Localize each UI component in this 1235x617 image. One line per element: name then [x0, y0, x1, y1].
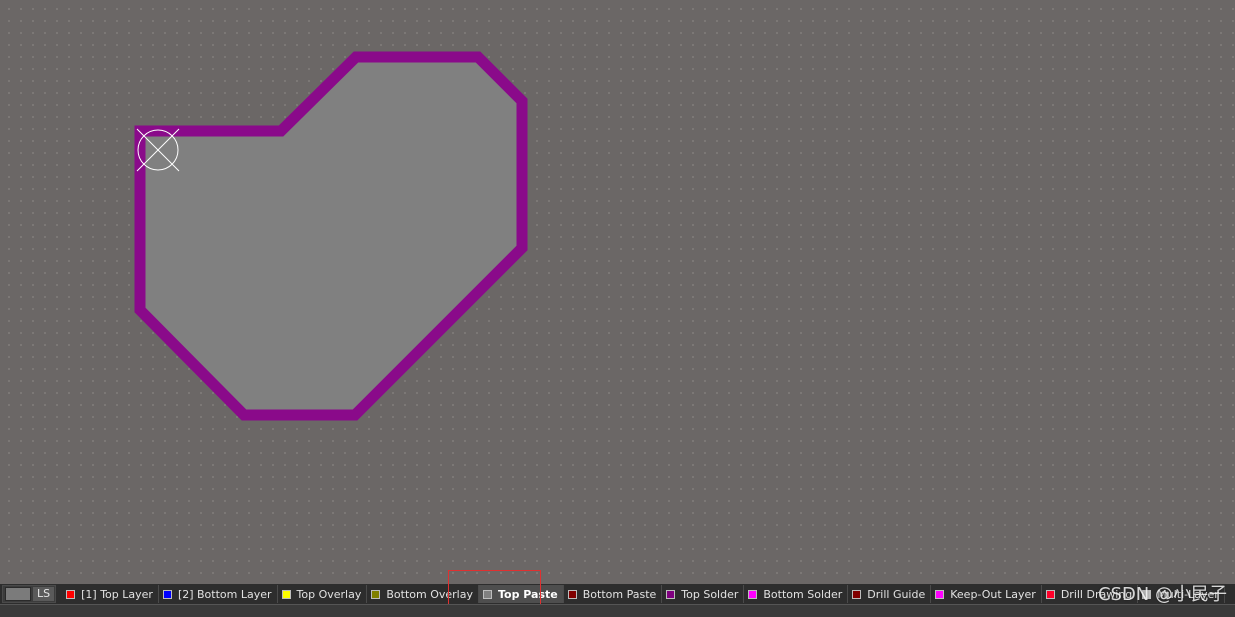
layer-color-swatch [567, 589, 577, 599]
tab-bottom-solder[interactable]: Bottom Solder [744, 585, 849, 603]
tab-bottom-overlay[interactable]: Bottom Overlay [367, 585, 479, 603]
board-drawing [134, 51, 528, 421]
pcb-design-canvas[interactable] [0, 0, 1235, 584]
layer-tab-label: Top Overlay [296, 587, 362, 601]
current-layer-color-swatch [5, 587, 31, 601]
layer-tab-label: Drill Guide [867, 587, 926, 601]
pcb-editor-window: LS [1] Top Layer [2] Bottom Layer Top Ov… [0, 0, 1235, 617]
tab-top-layer[interactable]: [1] Top Layer [62, 585, 159, 603]
tab-drill-drawing[interactable]: Drill Drawing [1042, 585, 1139, 603]
layer-color-swatch [482, 589, 492, 599]
layer-tab-label: [2] Bottom Layer [177, 587, 272, 601]
layer-color-swatch [852, 589, 862, 599]
layer-color-swatch [666, 589, 676, 599]
layer-sets-button[interactable]: LS [33, 587, 55, 601]
layer-tab-label: Bottom Overlay [386, 587, 473, 601]
layer-tab-label: Top Paste [497, 587, 558, 601]
tab-bottom-paste[interactable]: Bottom Paste [564, 585, 663, 603]
layer-tab-label: Bottom Paste [582, 587, 657, 601]
tab-top-overlay[interactable]: Top Overlay [278, 585, 368, 603]
layer-color-swatch [281, 589, 291, 599]
tab-multi-layer[interactable]: Multi-Layer [1138, 585, 1225, 603]
layer-color-swatch [748, 589, 758, 599]
tab-top-paste[interactable]: Top Paste [478, 585, 564, 603]
layer-tab-label: Multi-Layer [1157, 587, 1219, 601]
layer-color-swatch [371, 589, 381, 599]
layer-tab-label: Keep-Out Layer [950, 587, 1036, 601]
layer-tab-label: Drill Drawing [1060, 587, 1133, 601]
layer-color-swatch [66, 589, 76, 599]
layer-tab-label: Top Solder [681, 587, 739, 601]
layer-tab-label: Bottom Solder [763, 587, 843, 601]
layer-color-swatch [1045, 589, 1055, 599]
current-layer-indicator[interactable]: LS [2, 585, 57, 603]
layer-color-swatch [1142, 589, 1152, 599]
tab-drill-guide[interactable]: Drill Guide [848, 585, 932, 603]
layer-tab-label: [1] Top Layer [81, 587, 153, 601]
layer-color-swatch [935, 589, 945, 599]
tab-top-solder[interactable]: Top Solder [662, 585, 745, 603]
layer-color-swatch [162, 589, 172, 599]
board-shape[interactable] [134, 51, 528, 421]
tab-keep-out-layer[interactable]: Keep-Out Layer [931, 585, 1042, 603]
layer-tab-bar: LS [1] Top Layer [2] Bottom Layer Top Ov… [0, 584, 1235, 604]
status-bar [0, 604, 1235, 617]
tab-bottom-layer[interactable]: [2] Bottom Layer [159, 585, 278, 603]
